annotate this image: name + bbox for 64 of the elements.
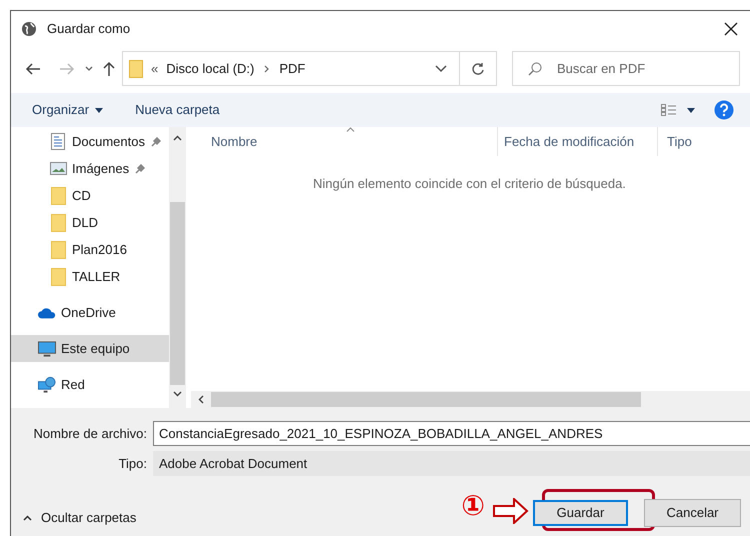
scrollbar-thumb[interactable] bbox=[211, 392, 641, 407]
breadcrumb[interactable]: PDF bbox=[279, 58, 306, 78]
refresh-button[interactable] bbox=[460, 51, 497, 86]
sidebar-item[interactable]: DLD bbox=[11, 209, 169, 236]
hide-folders-toggle[interactable]: Ocultar carpetas bbox=[23, 508, 136, 528]
folder-icon bbox=[50, 240, 66, 258]
breadcrumb[interactable]: Disco local (D:) bbox=[166, 58, 254, 78]
chevron-down-icon[interactable] bbox=[85, 66, 93, 72]
sidebar-item[interactable]: Este equipo bbox=[11, 335, 169, 362]
sidebar-item[interactable]: Documentos bbox=[11, 128, 169, 155]
field-label: Tipo: bbox=[118, 454, 147, 473]
sidebar-item[interactable]: Red bbox=[11, 371, 169, 398]
window-title: Guardar como bbox=[47, 20, 130, 38]
field-label: Nombre de archivo: bbox=[32, 424, 147, 443]
file-name-field[interactable]: ConstanciaEgresado_2021_10_ESPINOZA_BOBADILLA_ANGEL_ANDRES bbox=[153, 421, 750, 446]
globe-icon bbox=[21, 20, 37, 36]
cloud-icon bbox=[38, 306, 56, 318]
caret-icon bbox=[95, 108, 104, 112]
column-header[interactable]: Fecha de modificación bbox=[498, 127, 658, 156]
view-options-icon[interactable] bbox=[661, 104, 695, 116]
refresh-icon bbox=[471, 62, 485, 76]
folder-icon bbox=[129, 60, 143, 78]
scroll-left-icon[interactable] bbox=[198, 395, 204, 404]
close-icon[interactable] bbox=[724, 22, 738, 36]
step-number: ① bbox=[461, 492, 485, 520]
network-icon bbox=[38, 376, 56, 393]
chevron-up-icon bbox=[23, 514, 32, 521]
vertical-scrollbar[interactable] bbox=[169, 127, 186, 408]
sidebar-item[interactable]: TALLER bbox=[11, 263, 169, 290]
pin-icon[interactable] bbox=[150, 136, 161, 146]
search-field[interactable]: Buscar en PDF bbox=[512, 51, 740, 86]
save-button[interactable]: Guardar bbox=[533, 500, 628, 526]
folder-icon bbox=[50, 186, 66, 204]
monitor-icon bbox=[38, 340, 56, 356]
address-bar[interactable]: « Disco local (D:) PDF bbox=[122, 51, 460, 86]
new-folder-button[interactable]: Nueva carpeta bbox=[135, 100, 220, 120]
sidebar-item[interactable]: Imágenes bbox=[11, 155, 169, 182]
picture-icon bbox=[50, 162, 66, 175]
help-icon[interactable] bbox=[714, 100, 734, 120]
sort-caret-icon bbox=[346, 127, 355, 132]
chevron-down-icon[interactable] bbox=[435, 64, 447, 72]
up-arrow-icon[interactable] bbox=[102, 60, 116, 76]
scroll-down-icon[interactable] bbox=[173, 391, 182, 397]
scrollbar-thumb[interactable] bbox=[170, 202, 185, 385]
file-type-dropdown[interactable]: Adobe Acrobat Document bbox=[153, 451, 750, 476]
document-icon bbox=[51, 133, 65, 150]
search-icon bbox=[528, 62, 542, 76]
column-header[interactable]: Nombre bbox=[191, 127, 498, 156]
chevron-right-icon[interactable] bbox=[264, 64, 270, 72]
folder-icon bbox=[50, 268, 66, 286]
column-header[interactable]: Tipo bbox=[658, 127, 738, 156]
sidebar-item[interactable]: CD bbox=[11, 182, 169, 209]
sidebar-item[interactable]: Plan2016 bbox=[11, 236, 169, 263]
overflow-chevron[interactable]: « bbox=[151, 58, 158, 78]
organize-menu[interactable]: Organizar bbox=[32, 100, 104, 120]
pin-icon[interactable] bbox=[135, 164, 146, 174]
cancel-button[interactable]: Cancelar bbox=[645, 500, 740, 526]
pointer-arrow-icon bbox=[493, 498, 529, 524]
back-arrow-icon[interactable] bbox=[25, 62, 41, 76]
scroll-up-icon[interactable] bbox=[173, 135, 182, 141]
sidebar-item[interactable]: OneDrive bbox=[11, 299, 169, 326]
empty-message: Ningún elemento coincide con el criterio de búsqueda. bbox=[313, 175, 627, 193]
folder-icon bbox=[50, 214, 66, 232]
horizontal-scrollbar[interactable] bbox=[191, 391, 750, 408]
